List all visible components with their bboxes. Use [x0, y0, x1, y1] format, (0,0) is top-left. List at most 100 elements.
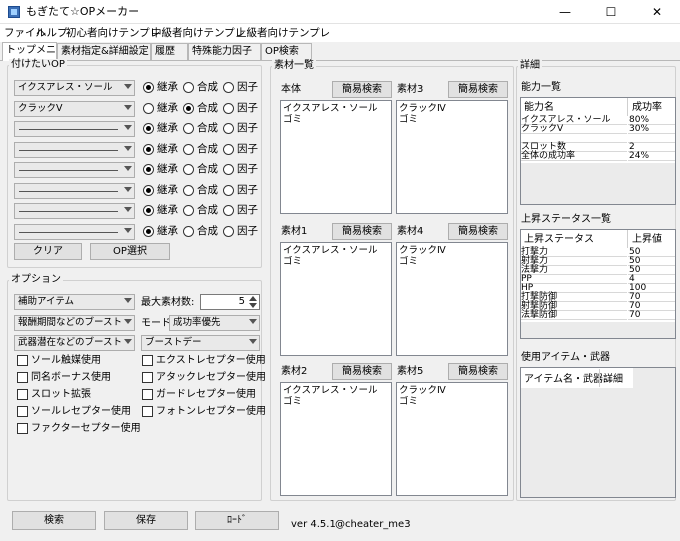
list-item[interactable]: ゴミ	[283, 256, 389, 267]
support-item-value: 補助アイテム	[18, 296, 75, 307]
radio-factor-6[interactable]	[223, 184, 234, 196]
radio-factor-4[interactable]	[223, 143, 234, 155]
list-item[interactable]: クラックⅣ	[399, 245, 505, 256]
radio-factor-2[interactable]	[223, 102, 234, 114]
right-option-checkbox-3[interactable]	[142, 389, 153, 400]
tab-material-settings[interactable]: 素材指定&詳細設定	[57, 43, 151, 60]
left-option-checkbox-4[interactable]	[17, 406, 28, 417]
radio-inherit-4[interactable]	[143, 143, 154, 155]
quick-search-button-2[interactable]: 簡易検索	[448, 81, 508, 98]
material-listbox-3[interactable]: イクスアレス・ソール ゴミ	[280, 242, 392, 356]
quick-search-button-1[interactable]: 簡易検索	[332, 81, 392, 98]
radio-inherit-1[interactable]	[143, 82, 154, 93]
left-option-checkbox-5[interactable]	[17, 423, 28, 434]
list-item[interactable]: ゴミ	[399, 396, 505, 407]
radio-inherit-3[interactable]	[143, 123, 154, 134]
list-item[interactable]: ゴミ	[399, 256, 505, 267]
radio-inherit-6[interactable]	[143, 184, 154, 196]
radio-factor-7[interactable]	[223, 205, 234, 216]
right-option-checkbox-2[interactable]	[142, 372, 153, 383]
minimize-button[interactable]: —	[542, 0, 588, 24]
spin-up-icon[interactable]	[249, 296, 257, 301]
radio-synth-6[interactable]	[183, 184, 194, 196]
radio-synth-1[interactable]	[183, 82, 194, 93]
op-combo-1[interactable]: イクスアレス・ソール	[14, 80, 135, 96]
left-option-checkbox-3[interactable]	[17, 389, 28, 400]
quick-search-button-3[interactable]: 簡易検索	[332, 223, 392, 240]
material-listbox-2[interactable]: クラックⅣ ゴミ	[396, 100, 508, 214]
radio-synth-3[interactable]	[183, 123, 194, 134]
boost-day-combo[interactable]: ブーストデー	[141, 335, 260, 351]
list-item[interactable]: イクスアレス・ソール	[283, 245, 389, 256]
chevron-down-icon	[124, 145, 132, 151]
tab-op-search[interactable]: OP検索	[261, 43, 312, 60]
window-title: もぎたて☆OPメーカー	[26, 5, 140, 18]
maximize-button[interactable]: ☐	[588, 0, 634, 24]
tab-history[interactable]: 履歴	[151, 43, 188, 60]
radio-factor-1[interactable]	[223, 82, 234, 93]
radio-synth-5[interactable]	[183, 164, 194, 175]
right-option-checkbox-1[interactable]	[142, 355, 153, 366]
radio-label-factor: 因子	[237, 163, 258, 175]
left-option-checkbox-2[interactable]	[17, 372, 28, 383]
chevron-down-icon	[124, 84, 132, 89]
radio-synth-4[interactable]	[183, 143, 194, 155]
material-listbox-1[interactable]: イクスアレス・ソール ゴミ	[280, 100, 392, 214]
radio-synth-8[interactable]	[183, 225, 194, 237]
list-item[interactable]: イクスアレス・ソール	[283, 103, 389, 114]
menu-help[interactable]: ヘルプ	[36, 26, 68, 40]
list-item[interactable]: ゴミ	[399, 114, 505, 125]
table-cell: 24%	[628, 152, 675, 161]
quick-search-button-4[interactable]: 簡易検索	[448, 223, 508, 240]
clear-button[interactable]: クリア	[14, 243, 82, 260]
menu-advanced-template[interactable]: 上級者向けテンプレ	[236, 26, 330, 40]
list-item[interactable]: イクスアレス・ソール	[283, 385, 389, 396]
save-button[interactable]: 保存	[104, 511, 188, 530]
material-listbox-5[interactable]: イクスアレス・ソール ゴミ	[280, 382, 392, 496]
radio-factor-5[interactable]	[223, 164, 234, 175]
radio-inherit-8[interactable]	[143, 225, 154, 237]
op-combo-7[interactable]	[14, 203, 135, 219]
radio-inherit-2[interactable]	[143, 102, 154, 114]
op-combo-4[interactable]	[14, 141, 135, 158]
left-option-checkbox-1[interactable]	[17, 355, 28, 366]
op-combo-3[interactable]	[14, 121, 135, 137]
radio-synth-2[interactable]	[183, 102, 194, 114]
support-item-combo[interactable]: 補助アイテム	[14, 294, 135, 310]
right-option-checkbox-4[interactable]	[142, 406, 153, 417]
weapon-boost-combo[interactable]: 武器潜在などのブースト	[14, 335, 135, 351]
material-listbox-4[interactable]: クラックⅣ ゴミ	[396, 242, 508, 356]
menu-intermediate-template[interactable]: 中級者向けテンプレ	[151, 26, 245, 40]
op-combo-6[interactable]	[14, 182, 135, 199]
radio-synth-7[interactable]	[183, 205, 194, 216]
reward-boost-combo[interactable]: 報酬期間などのブースト	[14, 315, 135, 331]
spin-down-icon[interactable]	[249, 303, 257, 308]
close-button[interactable]: ✕	[634, 0, 680, 24]
quick-search-button-6[interactable]: 簡易検索	[448, 363, 508, 380]
chevron-down-icon	[124, 166, 132, 171]
max-material-stepper[interactable]: 5	[200, 294, 260, 310]
mode-combo[interactable]: 成功率優先	[169, 315, 260, 331]
list-item[interactable]: クラックⅣ	[399, 385, 505, 396]
list-item[interactable]: ゴミ	[283, 396, 389, 407]
tab-special-factor[interactable]: 特殊能力因子	[188, 43, 261, 60]
op-select-button[interactable]: OP選択	[90, 243, 170, 260]
status-header-value: 上昇値	[632, 234, 662, 245]
radio-factor-3[interactable]	[223, 123, 234, 134]
items-header-detail[interactable]: 詳細	[603, 374, 623, 386]
radio-inherit-7[interactable]	[143, 205, 154, 216]
op-combo-5[interactable]	[14, 162, 135, 178]
quick-search-button-5[interactable]: 簡易検索	[332, 363, 392, 380]
material-listbox-6[interactable]: クラックⅣ ゴミ	[396, 382, 508, 496]
menu-beginner-template[interactable]: 初心者向けテンプレ	[66, 26, 160, 40]
radio-label-synth: 合成	[197, 183, 218, 196]
list-item[interactable]: クラックⅣ	[399, 103, 505, 114]
radio-inherit-5[interactable]	[143, 164, 154, 175]
load-button[interactable]: ﾛｰﾄﾞ	[195, 511, 279, 530]
chevron-down-icon	[124, 227, 132, 233]
op-combo-2[interactable]: クラックⅤ	[14, 100, 135, 117]
op-combo-8[interactable]	[14, 223, 135, 240]
radio-factor-8[interactable]	[223, 225, 234, 237]
list-item[interactable]: ゴミ	[283, 114, 389, 125]
search-button[interactable]: 検索	[12, 511, 96, 530]
